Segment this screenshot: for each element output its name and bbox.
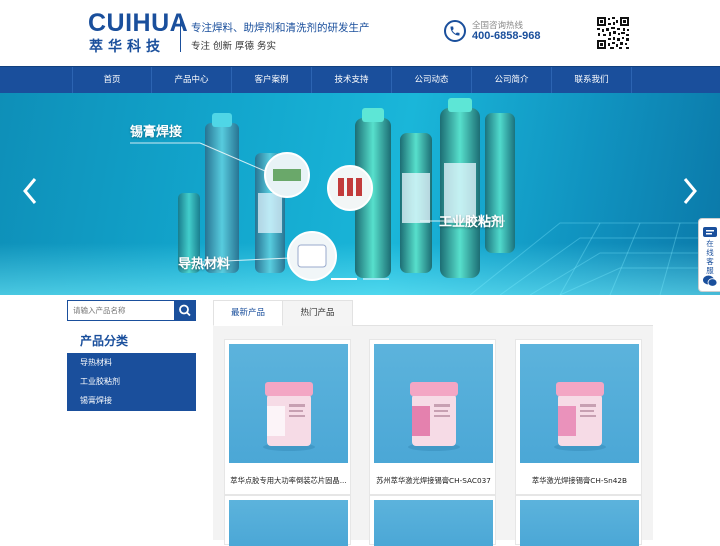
site-header: CUIHUA 萃华科技 专注焊料、助焊剂和清洗剂的研发生产 专注 创新 厚德 务…	[0, 0, 720, 66]
tab-hot-products[interactable]: 热门产品	[283, 300, 353, 326]
banner-dot-1[interactable]	[331, 278, 357, 280]
main-nav: 首页 产品中心 客户案例 技术支持 公司动态 公司简介 联系我们	[0, 66, 720, 94]
logo-divider	[180, 16, 181, 52]
product-name[interactable]: 苏州萃华激光焊接锡膏CH-SAC037	[372, 476, 495, 486]
banner-artwork	[0, 98, 720, 295]
online-service-label[interactable]: 在线客服	[703, 239, 717, 275]
search-button[interactable]	[174, 300, 196, 321]
banner-prev-arrow-icon[interactable]	[20, 176, 40, 206]
product-tabs: 最新产品 热门产品	[213, 300, 653, 326]
banner-next-arrow-icon[interactable]	[680, 176, 700, 206]
product-image[interactable]	[374, 344, 493, 463]
search-input[interactable]	[68, 301, 174, 320]
product-image[interactable]	[229, 344, 348, 463]
product-image[interactable]	[229, 500, 348, 546]
banner-label-solder-paste: 锡膏焊接	[130, 125, 183, 140]
category-heading: 产品分类	[67, 327, 196, 353]
category-item-solder-paste[interactable]: 锡膏焊接	[67, 391, 196, 410]
product-search	[67, 300, 196, 321]
category-list: 导热材料 工业胶粘剂 锡膏焊接	[67, 353, 196, 411]
category-item-adhesive[interactable]: 工业胶粘剂	[67, 372, 196, 391]
banner-label-adhesive: 工业胶粘剂	[439, 215, 505, 230]
nav-item-news[interactable]: 公司动态	[392, 67, 472, 94]
floating-service-bar: 在线客服	[698, 218, 720, 292]
hero-banner[interactable]: 锡膏焊接 工业胶粘剂 导热材料	[0, 93, 720, 295]
product-image[interactable]	[374, 500, 493, 546]
product-image[interactable]	[520, 500, 639, 546]
slogan-primary: 专注焊料、助焊剂和清洗剂的研发生产	[191, 22, 370, 34]
category-item-thermal[interactable]: 导热材料	[67, 353, 196, 372]
product-card[interactable]	[224, 495, 351, 546]
search-icon	[179, 304, 191, 317]
banner-dot-2[interactable]	[363, 278, 389, 280]
slogan-secondary: 专注 创新 厚德 务实	[191, 41, 277, 52]
product-card[interactable]	[369, 495, 496, 546]
product-name[interactable]: 萃华激光焊接锡膏CH-Sn42B	[518, 476, 641, 486]
nav-item-support[interactable]: 技术支持	[312, 67, 392, 94]
tab-latest-products[interactable]: 最新产品	[213, 300, 283, 326]
nav-item-contact[interactable]: 联系我们	[552, 67, 632, 94]
product-image[interactable]	[520, 344, 639, 463]
phone-icon	[444, 20, 466, 42]
nav-item-home[interactable]: 首页	[72, 67, 152, 94]
product-card[interactable]: 萃华激光焊接锡膏CH-Sn42B	[515, 339, 642, 495]
banner-label-thermal: 导热材料	[178, 257, 231, 272]
nav-item-cases[interactable]: 客户案例	[232, 67, 312, 94]
nav-item-products[interactable]: 产品中心	[152, 67, 232, 94]
chat-icon[interactable]	[703, 227, 717, 239]
hotline-number[interactable]: 400-6858-968	[472, 30, 541, 42]
product-grid: 萃华点胶专用大功率倒装芯片固晶... 苏州萃华激光焊接锡膏CH-SAC037 萃…	[213, 326, 653, 546]
product-name[interactable]: 萃华点胶专用大功率倒装芯片固晶...	[227, 476, 350, 486]
nav-item-about[interactable]: 公司简介	[472, 67, 552, 94]
wechat-icon[interactable]	[703, 275, 717, 287]
banner-pagination	[331, 278, 389, 280]
qr-code-image	[596, 16, 630, 50]
category-title: 产品分类	[80, 334, 129, 348]
logo-text-en[interactable]: CUIHUA	[88, 9, 188, 38]
product-card[interactable]: 萃华点胶专用大功率倒装芯片固晶...	[224, 339, 351, 495]
logo-text-cn[interactable]: 萃华科技	[89, 36, 165, 56]
product-card[interactable]	[515, 495, 642, 546]
product-card[interactable]: 苏州萃华激光焊接锡膏CH-SAC037	[369, 339, 496, 495]
